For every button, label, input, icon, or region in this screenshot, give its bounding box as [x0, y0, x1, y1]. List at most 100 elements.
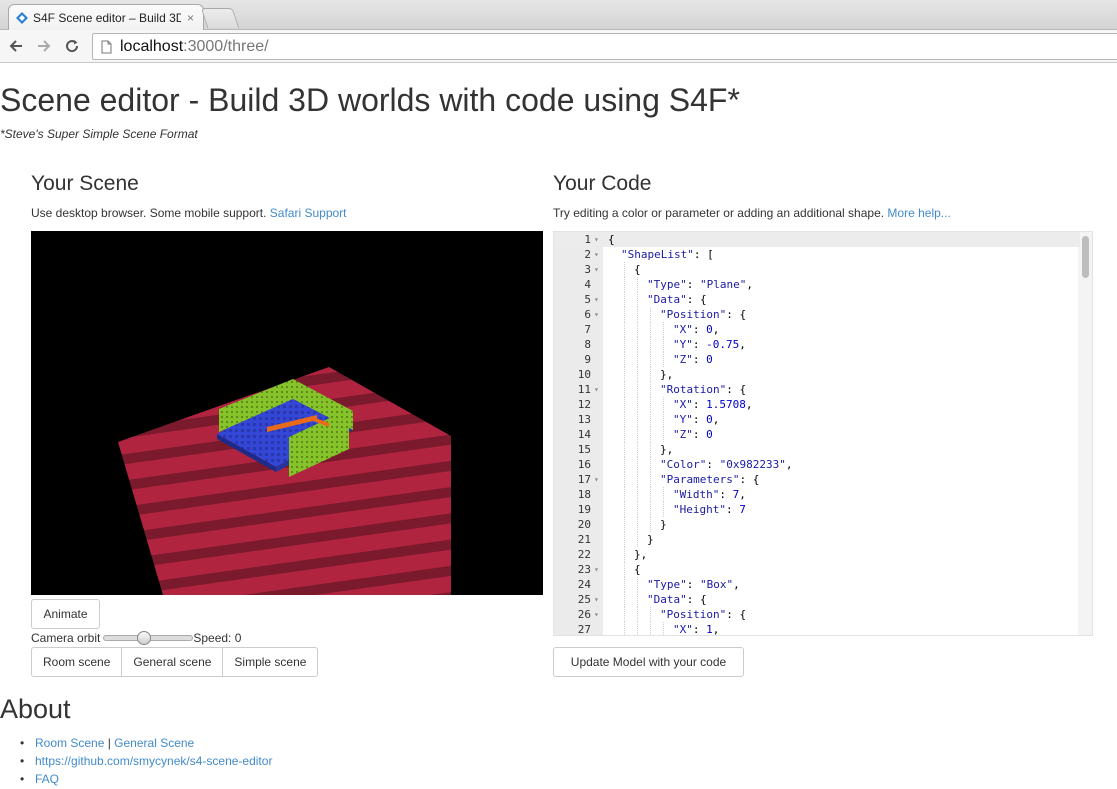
general-scene-link[interactable]: General Scene: [114, 734, 194, 752]
code-text: "Parameters": {: [660, 473, 760, 486]
new-tab-button[interactable]: [200, 8, 240, 28]
scene-note: Use desktop browser. Some mobile support…: [31, 206, 347, 220]
code-note-text: Try editing a color or parameter or addi…: [553, 206, 888, 220]
code-line[interactable]: 6 ▾ "Position": {: [554, 307, 1080, 322]
fold-toggle-icon[interactable]: ▾: [594, 382, 599, 397]
editor-scrollbar[interactable]: [1078, 232, 1092, 635]
code-line[interactable]: 12 "X": 1.5708,: [554, 397, 1080, 412]
indent-guide: [650, 487, 651, 502]
code-line[interactable]: 26 ▾ "Position": {: [554, 607, 1080, 622]
indent-guide: [624, 547, 625, 562]
indent-guide: [663, 427, 664, 442]
scene-canvas[interactable]: [31, 231, 543, 595]
list-item: Room Scene | General Scene: [20, 734, 272, 752]
fold-toggle-icon[interactable]: ▾: [594, 472, 599, 487]
indent-guide: [624, 337, 625, 352]
indent-guide: [650, 427, 651, 442]
fold-toggle-icon[interactable]: ▾: [594, 307, 599, 322]
safari-support-link[interactable]: Safari Support: [270, 206, 347, 220]
line-number: 21: [577, 533, 591, 546]
indent-guide: [663, 487, 664, 502]
indent-guide: [650, 307, 651, 322]
code-line[interactable]: 5 ▾ "Data": {: [554, 292, 1080, 307]
code-line[interactable]: 25 ▾ "Data": {: [554, 592, 1080, 607]
update-model-button[interactable]: Update Model with your code: [553, 647, 744, 677]
line-number: 17: [577, 473, 591, 486]
speed-label: Speed: 0: [193, 631, 242, 645]
fold-toggle-icon[interactable]: ▾: [594, 262, 599, 277]
indent-guide: [624, 472, 625, 487]
code-line[interactable]: 13 "Y": 0,: [554, 412, 1080, 427]
indent-guide: [663, 352, 664, 367]
reload-icon[interactable]: [62, 36, 82, 56]
fold-toggle-icon[interactable]: ▾: [594, 592, 599, 607]
indent-guide: [637, 322, 638, 337]
code-line[interactable]: 27 "X": 1,: [554, 622, 1080, 635]
line-number: 2: [584, 248, 591, 261]
page-icon: [101, 40, 112, 54]
animate-button[interactable]: Animate: [31, 599, 100, 629]
line-number: 9: [584, 353, 591, 366]
indent-guide: [624, 397, 625, 412]
code-text: "Y": 0,: [673, 413, 720, 426]
code-line[interactable]: 8 "Y": -0.75,: [554, 337, 1080, 352]
code-line[interactable]: 3 ▾ {: [554, 262, 1080, 277]
scene-render: [118, 367, 451, 595]
indent-guide: [624, 502, 625, 517]
fold-toggle-icon[interactable]: ▾: [594, 292, 599, 307]
camera-orbit-slider[interactable]: [103, 631, 194, 645]
line-number: 25: [577, 593, 591, 606]
tab-close-icon[interactable]: ×: [187, 11, 194, 25]
code-line[interactable]: 7 "X": 0,: [554, 322, 1080, 337]
code-line[interactable]: 11 ▾ "Rotation": {: [554, 382, 1080, 397]
camera-orbit-slider-thumb[interactable]: [136, 631, 151, 645]
github-link[interactable]: https://github.com/smycynek/s4-scene-edi…: [35, 752, 272, 770]
faq-link[interactable]: FAQ: [35, 770, 59, 788]
code-line[interactable]: 23 ▾ {: [554, 562, 1080, 577]
forward-icon[interactable]: [34, 36, 54, 56]
simple-scene-button[interactable]: Simple scene: [222, 647, 319, 677]
line-number: 11: [577, 383, 591, 396]
line-number: 19: [577, 503, 591, 516]
indent-guide: [637, 352, 638, 367]
code-line[interactable]: 9 "Z": 0: [554, 352, 1080, 367]
code-line[interactable]: 17 ▾ "Parameters": {: [554, 472, 1080, 487]
code-line[interactable]: 24 "Type": "Box",: [554, 577, 1080, 592]
code-line[interactable]: 21}: [554, 532, 1080, 547]
code-editor[interactable]: 1 ▾{2 ▾ "ShapeList": [3 ▾{4 "Type": "Plane", 5…: [553, 231, 1093, 636]
fold-toggle-icon[interactable]: ▾: [594, 247, 599, 262]
more-help-link[interactable]: More help...: [887, 206, 950, 220]
code-line[interactable]: 16 "Color": "0x982233",: [554, 457, 1080, 472]
room-scene-button[interactable]: Room scene: [31, 647, 123, 677]
indent-guide: [624, 607, 625, 622]
line-number: 20: [577, 518, 591, 531]
line-number: 13: [577, 413, 591, 426]
indent-guide: [663, 322, 664, 337]
code-line[interactable]: 4 "Type": "Plane",: [554, 277, 1080, 292]
address-bar[interactable]: localhost:3000/three/: [92, 33, 1117, 60]
general-scene-button[interactable]: General scene: [121, 647, 224, 677]
indent-guide: [650, 412, 651, 427]
indent-guide: [637, 577, 638, 592]
room-scene-link[interactable]: Room Scene: [35, 734, 104, 752]
code-line[interactable]: 14 "Z": 0: [554, 427, 1080, 442]
browser-tab[interactable]: S4F Scene editor – Build 3D worlds ×: [8, 4, 204, 30]
fold-toggle-icon[interactable]: ▾: [594, 607, 599, 622]
line-number: 15: [577, 443, 591, 456]
code-line[interactable]: 18 "Width": 7,: [554, 487, 1080, 502]
code-line[interactable]: 20}: [554, 517, 1080, 532]
fold-toggle-icon[interactable]: ▾: [594, 562, 599, 577]
back-icon[interactable]: [6, 36, 26, 56]
code-line[interactable]: 22},: [554, 547, 1080, 562]
indent-guide: [650, 442, 651, 457]
code-line[interactable]: 19 "Height": 7: [554, 502, 1080, 517]
code-text: }: [660, 518, 667, 531]
code-line[interactable]: 10},: [554, 367, 1080, 382]
fold-toggle-icon[interactable]: ▾: [594, 232, 599, 247]
code-line[interactable]: 2 ▾ "ShapeList": [: [554, 247, 1080, 262]
scene-preset-buttons: Room scene General scene Simple scene: [31, 647, 319, 677]
code-line[interactable]: 15},: [554, 442, 1080, 457]
editor-scroll-thumb[interactable]: [1082, 236, 1089, 278]
app-favicon-icon: [15, 11, 29, 25]
code-line[interactable]: 1 ▾ {: [554, 232, 1080, 247]
